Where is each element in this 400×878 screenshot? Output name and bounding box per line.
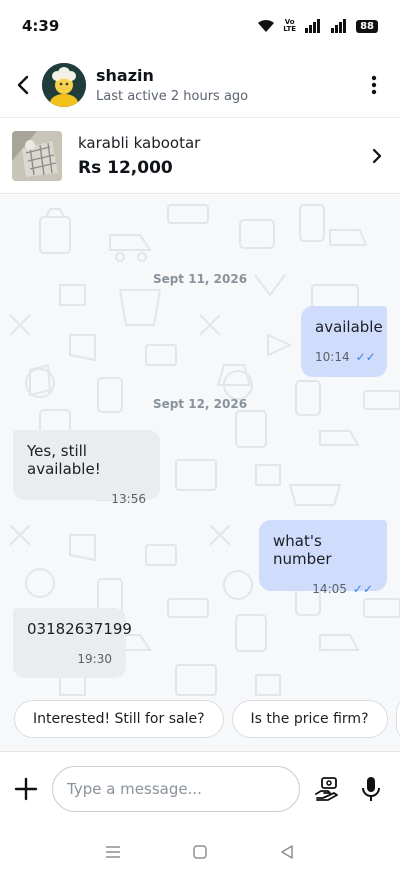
message-time: 13:56 bbox=[111, 492, 146, 506]
plus-icon bbox=[14, 777, 38, 800]
product-thumbnail bbox=[12, 130, 62, 181]
product-price: Rs 12,000 bbox=[78, 157, 173, 178]
chat-header: shazin Last active 2 hours ago bbox=[0, 52, 400, 118]
battery-indicator: 88 bbox=[356, 19, 378, 33]
more-vertical-icon bbox=[371, 75, 377, 94]
message-meta: 10:14 ✓✓ bbox=[315, 350, 376, 364]
product-open-button[interactable] bbox=[372, 146, 388, 166]
quick-replies: Interested! Still for sale? Is the price… bbox=[0, 700, 400, 740]
attach-button[interactable] bbox=[12, 775, 40, 803]
product-info: karabli kabootar Rs 12,000 bbox=[78, 134, 372, 178]
wifi-icon bbox=[258, 19, 275, 32]
contact-name: shazin bbox=[96, 65, 154, 85]
message-bubble-received[interactable]: Yes, still available! 13:56 bbox=[13, 430, 160, 506]
product-image bbox=[12, 130, 62, 181]
status-bar: 4:39 Vo LTE 88 bbox=[0, 0, 400, 52]
double-check-icon: ✓✓ bbox=[355, 350, 376, 364]
back-button[interactable] bbox=[16, 73, 36, 97]
menu-lines-icon bbox=[106, 845, 121, 858]
date-separator: Sept 11, 2026 bbox=[152, 272, 248, 286]
message-text: what's number bbox=[273, 532, 332, 568]
status-icons: Vo LTE 88 bbox=[257, 19, 378, 33]
message-time: 10:14 bbox=[315, 350, 350, 364]
quick-reply-chip[interactable]: Interested! Still for sale? bbox=[14, 700, 224, 738]
message-text: Yes, still available! bbox=[27, 442, 101, 478]
volte-indicator: Vo LTE bbox=[283, 19, 296, 33]
quick-reply-chip[interactable]: Is the price firm? bbox=[231, 700, 388, 738]
message-input[interactable] bbox=[52, 765, 300, 812]
status-time: 4:39 bbox=[22, 17, 60, 35]
product-title: karabli kabootar bbox=[78, 133, 201, 152]
back-triangle-icon bbox=[280, 844, 293, 859]
date-separator: Sept 12, 2026 bbox=[152, 397, 248, 411]
chat-area[interactable]: Sept 11, 2026 available 10:14 ✓✓ Sept 12,… bbox=[0, 195, 400, 751]
message-bubble-sent[interactable]: what's number 14:05 ✓✓ bbox=[259, 520, 387, 596]
make-offer-button[interactable] bbox=[314, 776, 340, 802]
message-time: 19:30 bbox=[77, 652, 112, 666]
last-active-status: Last active 2 hours ago bbox=[96, 88, 249, 104]
offer-hand-icon bbox=[315, 776, 338, 801]
message-text: 03182637199 bbox=[27, 620, 132, 638]
more-options-button[interactable] bbox=[364, 73, 384, 97]
system-back-button[interactable] bbox=[275, 840, 299, 864]
chevron-right-icon bbox=[372, 148, 382, 163]
header-text[interactable]: shazin Last active 2 hours ago bbox=[96, 66, 364, 104]
avatar[interactable] bbox=[42, 62, 86, 107]
microphone-icon bbox=[362, 776, 380, 801]
home-button[interactable] bbox=[188, 840, 212, 864]
quick-reply-chip-partial[interactable] bbox=[395, 700, 400, 738]
message-meta: 14:05 ✓✓ bbox=[273, 582, 373, 596]
product-card[interactable]: karabli kabootar Rs 12,000 bbox=[0, 118, 400, 194]
double-check-icon: ✓✓ bbox=[352, 582, 373, 596]
home-square-icon bbox=[193, 844, 207, 859]
signal-icon-2 bbox=[331, 19, 347, 33]
message-bubble-received[interactable]: 03182637199 19:30 bbox=[13, 608, 132, 678]
volte-bottom-label: LTE bbox=[283, 25, 297, 33]
system-navigation-bar bbox=[0, 825, 400, 878]
recent-apps-button[interactable] bbox=[101, 840, 125, 864]
message-time: 14:05 bbox=[312, 582, 347, 596]
message-composer bbox=[0, 751, 400, 825]
voice-message-button[interactable] bbox=[360, 776, 382, 802]
signal-icon bbox=[305, 19, 321, 33]
avatar-illustration-icon bbox=[42, 62, 86, 107]
back-arrow-icon bbox=[17, 75, 29, 94]
message-bubble-sent[interactable]: available 10:14 ✓✓ bbox=[301, 306, 387, 377]
message-text: available bbox=[315, 318, 383, 336]
